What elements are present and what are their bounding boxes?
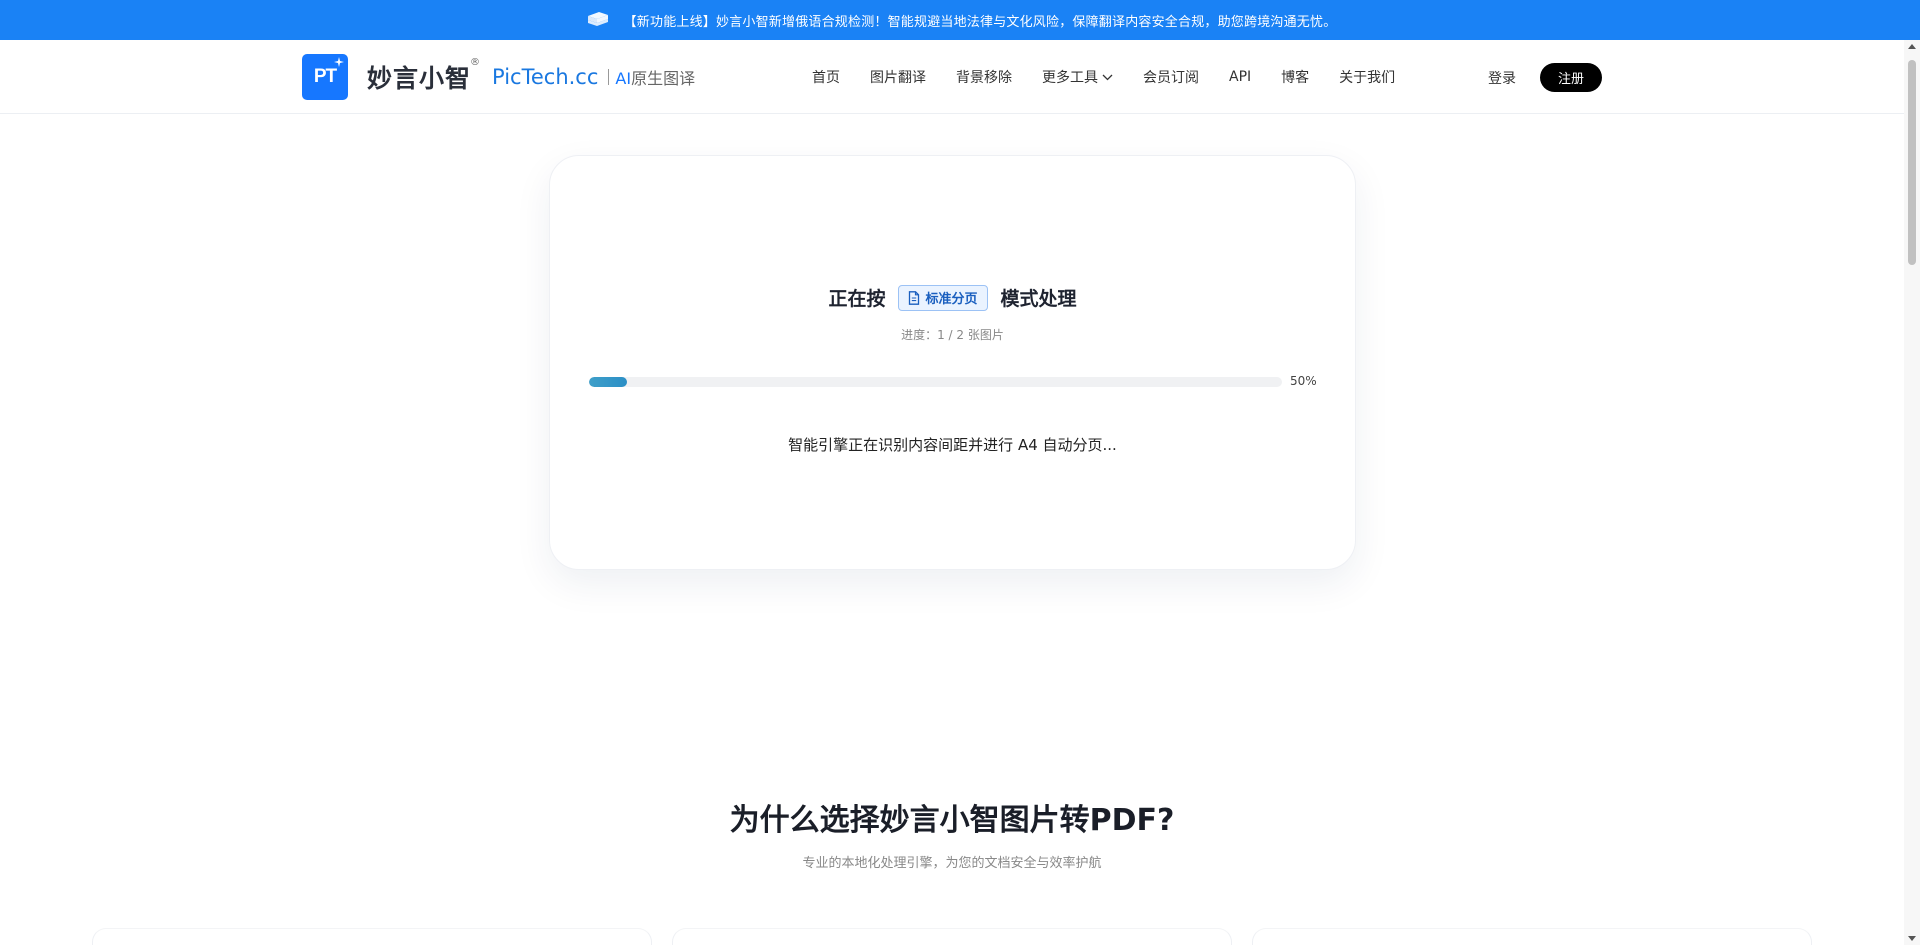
announcement-banner[interactable]: 【新功能上线】妙言小智新增俄语合规检测！智能规避当地法律与文化风险，保障翻译内容…	[0, 0, 1920, 40]
logo-tagline: AI原生图译	[615, 69, 696, 88]
feature-card	[92, 928, 652, 945]
registered-mark: ®	[470, 57, 482, 68]
nav-more-tools[interactable]: 更多工具	[1042, 67, 1113, 87]
processing-card: 正在按 标准分页 模式处理 进度：1 / 2 张图片 50% 智能引擎正在识别内…	[549, 155, 1356, 570]
mode-badge-label: 标准分页	[925, 292, 978, 307]
processing-title: 正在按 标准分页 模式处理	[550, 284, 1355, 311]
scroll-up-arrow-icon[interactable]	[1908, 44, 1916, 49]
progress-bar	[589, 377, 1282, 387]
sparkle-icon	[334, 57, 344, 67]
logo-mark: PT	[302, 54, 348, 100]
chevron-down-icon	[1102, 74, 1113, 80]
nav-image-translate[interactable]: 图片翻译	[870, 67, 926, 87]
progress-bar-fill	[589, 377, 628, 387]
progress-percent: 50%	[1290, 374, 1317, 388]
site-logo[interactable]: PT 妙言小智 ® PicTech.cc AI原生图译	[302, 54, 695, 100]
site-header: PT 妙言小智 ® PicTech.cc AI原生图译 首页 图片翻译 背景移除 …	[0, 40, 1920, 114]
page-scrollbar[interactable]	[1904, 40, 1920, 945]
nav-blog[interactable]: 博客	[1281, 67, 1309, 87]
scroll-down-arrow-icon[interactable]	[1908, 936, 1916, 941]
section-title: 为什么选择妙言小智图片转PDF?	[729, 803, 1175, 838]
nav-background-removal[interactable]: 背景移除	[956, 67, 1012, 87]
title-prefix: 正在按	[828, 288, 886, 310]
login-link[interactable]: 登录	[1488, 68, 1516, 88]
nav-about-us[interactable]: 关于我们	[1339, 67, 1395, 87]
register-button[interactable]: 注册	[1540, 63, 1602, 92]
nav-home[interactable]: 首页	[812, 67, 840, 87]
main-nav: 首页 图片翻译 背景移除 更多工具 会员订阅 API 博客 关于我们	[812, 40, 1395, 114]
logo-brand-name: 妙言小智 ®	[367, 57, 482, 93]
nav-membership[interactable]: 会员订阅	[1143, 67, 1199, 87]
progress-count: 进度：1 / 2 张图片	[901, 328, 1004, 342]
logo-divider	[608, 69, 610, 85]
mode-badge: 标准分页	[898, 284, 988, 311]
processing-status: 智能引擎正在识别内容间距并进行 A4 自动分页...	[788, 436, 1117, 454]
banner-text: 【新功能上线】妙言小智新增俄语合规检测！智能规避当地法律与文化风险，保障翻译内容…	[623, 14, 1337, 30]
scroll-thumb[interactable]	[1908, 60, 1916, 265]
section-subtitle: 专业的本地化处理引擎，为您的文档安全与效率护航	[802, 856, 1102, 871]
document-icon	[909, 290, 920, 305]
logo-domain: PicTech.cc	[492, 65, 599, 89]
feature-card	[672, 928, 1232, 945]
nav-api[interactable]: API	[1229, 69, 1251, 85]
logo-mark-text: PT	[313, 66, 337, 87]
nav-more-tools-label: 更多工具	[1042, 70, 1098, 86]
title-suffix: 模式处理	[1000, 288, 1077, 310]
book-stack-icon	[584, 9, 612, 31]
feature-card	[1252, 928, 1812, 945]
